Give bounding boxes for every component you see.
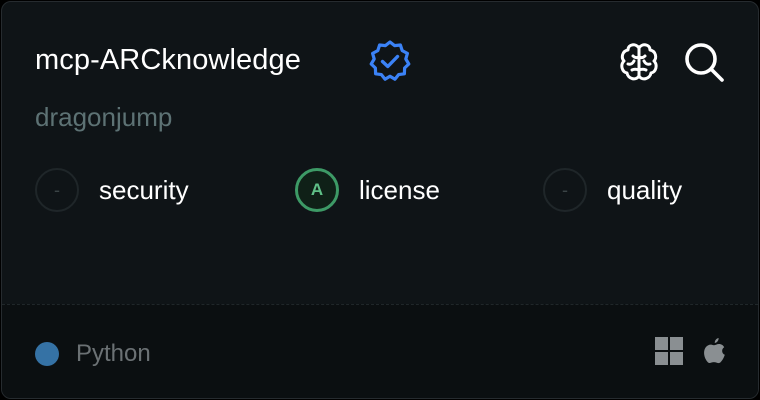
verified-badge-icon <box>367 38 413 84</box>
owner-name[interactable]: dragonjump <box>35 100 172 134</box>
apple-icon <box>699 336 729 366</box>
score-security[interactable]: - security <box>35 166 189 214</box>
license-label: license <box>359 174 440 205</box>
search-icon[interactable] <box>681 39 727 85</box>
language-label: Python <box>76 340 151 367</box>
card-footer: Python <box>2 304 758 398</box>
score-quality[interactable]: - quality <box>543 166 682 214</box>
quality-grade-badge: - <box>543 168 587 212</box>
score-license[interactable]: A license <box>295 166 440 214</box>
license-grade-badge: A <box>295 168 339 212</box>
quality-label: quality <box>607 174 683 205</box>
server-card[interactable]: mcp-ARCknowledge dragonjump - security A… <box>1 1 759 399</box>
brain-icon[interactable] <box>616 39 662 85</box>
card-title[interactable]: mcp-ARCknowledge <box>35 40 301 80</box>
windows-icon <box>654 336 684 366</box>
language-color-dot <box>35 342 59 366</box>
security-grade-badge: - <box>35 168 79 212</box>
security-label: security <box>99 174 189 205</box>
